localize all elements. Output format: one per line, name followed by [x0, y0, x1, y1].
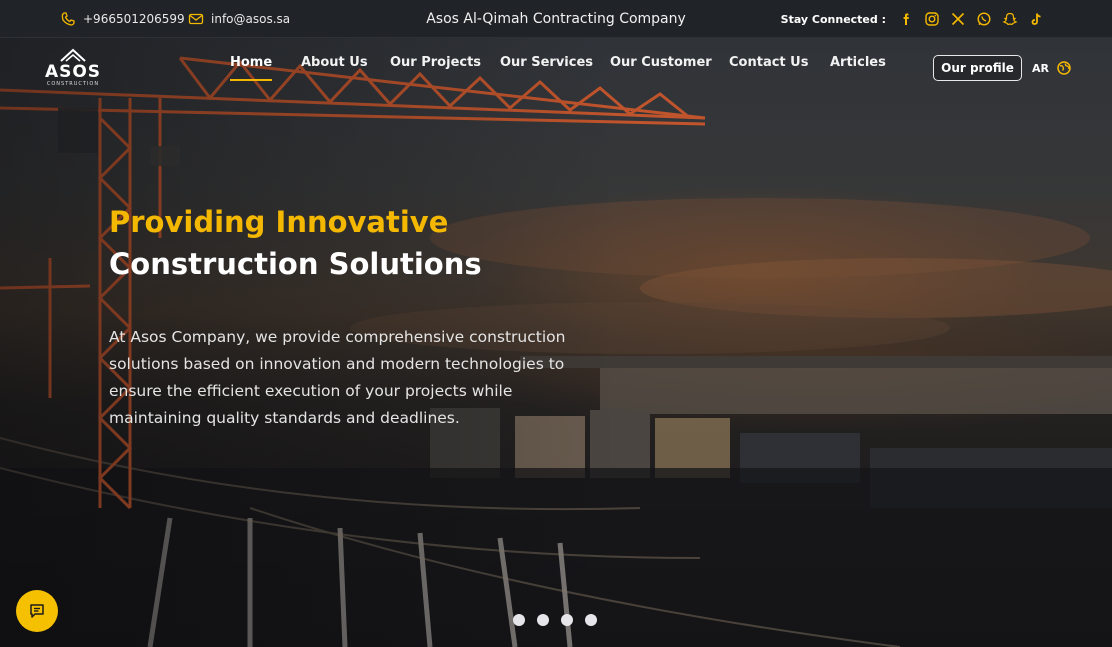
- nav-item-about-us[interactable]: About Us: [301, 55, 368, 70]
- snapchat-icon[interactable]: [1002, 11, 1018, 27]
- our-profile-button[interactable]: Our profile: [933, 55, 1022, 81]
- hero-description: At Asos Company, we provide comprehensiv…: [109, 328, 566, 427]
- stay-connected-label: Stay Connected :: [780, 12, 886, 26]
- globe-icon: [1056, 60, 1072, 76]
- slide-dot-2[interactable]: [537, 614, 549, 626]
- hero-headline-main: Construction Solutions: [109, 247, 482, 281]
- instagram-icon[interactable]: [924, 11, 940, 27]
- phone-icon: [60, 11, 76, 27]
- nav-item-contact-us[interactable]: Contact Us: [729, 55, 808, 70]
- active-nav-indicator: [230, 79, 273, 81]
- nav-item-our-projects[interactable]: Our Projects: [390, 55, 481, 70]
- nav-item-label: Articles: [830, 55, 886, 70]
- slide-dot-1[interactable]: [513, 614, 525, 626]
- nav-item-label: Contact Us: [729, 55, 809, 70]
- nav-item-home[interactable]: Home: [230, 55, 273, 81]
- email-contact[interactable]: info@asos.sa: [188, 0, 290, 38]
- hero-headline-highlight: Providing Innovative: [109, 205, 449, 239]
- logo-subtext: CONSTRUCTION: [46, 81, 100, 87]
- slider-pagination: [513, 614, 597, 626]
- social-links: Stay Connected :: [781, 0, 1044, 38]
- nav-item-articles[interactable]: Articles: [830, 55, 886, 70]
- phone-contact[interactable]: +966501206599: [60, 0, 185, 38]
- nav-item-label: Our Customer: [610, 55, 712, 70]
- phone-number: +966501206599: [83, 12, 185, 26]
- page: +966501206599 info@asos.sa Asos Al-Qimah…: [0, 0, 1112, 647]
- site-logo[interactable]: ASOS CONSTRUCTION: [40, 48, 106, 88]
- slide-dot-3[interactable]: [561, 614, 573, 626]
- mail-icon: [188, 11, 204, 27]
- logo-text: ASOS: [44, 62, 102, 82]
- nav-item-label: Our Services: [500, 55, 594, 70]
- logo-roof-icon: [60, 48, 86, 62]
- chat-button[interactable]: [16, 590, 58, 632]
- tiktok-icon[interactable]: [1028, 11, 1044, 27]
- x-icon[interactable]: [950, 11, 966, 27]
- language-label: AR: [1032, 61, 1049, 75]
- facebook-icon[interactable]: [898, 11, 914, 27]
- nav-item-our-customer[interactable]: Our Customer: [610, 55, 712, 70]
- email-address: info@asos.sa: [211, 12, 291, 26]
- nav-item-label: Home: [230, 55, 273, 70]
- chat-icon: [30, 604, 44, 618]
- whatsapp-icon[interactable]: [976, 11, 992, 27]
- top-bar: +966501206599 info@asos.sa Asos Al-Qimah…: [0, 0, 1112, 38]
- nav-item-label: About Us: [301, 55, 368, 70]
- slide-dot-4[interactable]: [585, 614, 597, 626]
- language-switcher[interactable]: AR: [1032, 60, 1072, 76]
- nav-item-our-services[interactable]: Our Services: [500, 55, 593, 70]
- nav-item-label: Our Projects: [390, 55, 482, 70]
